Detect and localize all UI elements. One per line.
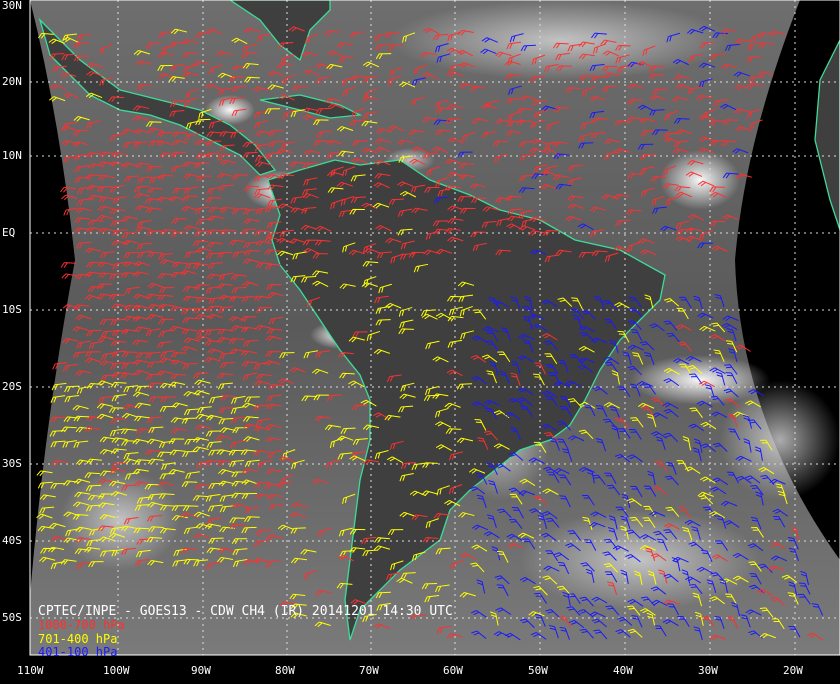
lat-label-40s: 40S — [2, 534, 22, 547]
lat-label-20n: 20N — [2, 75, 22, 88]
lat-label-10n: 10N — [2, 149, 22, 162]
lon-label-60w: 60W — [443, 664, 463, 677]
lat-label-20s: 20S — [2, 380, 22, 393]
lon-label-110w: 110W — [17, 664, 44, 677]
lon-label-70w: 70W — [359, 664, 379, 677]
legend-mid-level: 701-400 hPa — [38, 632, 118, 646]
lon-label-80w: 80W — [275, 664, 295, 677]
lat-label-30s: 30S — [2, 457, 22, 470]
africa-edge — [814, 39, 840, 231]
lon-label-90w: 90W — [191, 664, 211, 677]
satellite-wind-map: 30N 20N 10N EQ 10S 20S 30S 40S 50S 110W … — [0, 0, 840, 680]
satellite-image — [29, 0, 840, 656]
lon-label-20w: 20W — [783, 664, 803, 677]
lat-label-50s: 50S — [2, 611, 22, 624]
lat-label-30n: 30N — [2, 0, 22, 12]
lon-label-100w: 100W — [103, 664, 130, 677]
lon-label-40w: 40W — [613, 664, 633, 677]
product-caption: CPTEC/INPE - GOES13 - CDW CH4 (IR) 20141… — [38, 604, 453, 619]
legend-high-level: 401-100 hPa — [38, 645, 118, 659]
lat-label-10s: 10S — [2, 303, 22, 316]
lon-label-50w: 50W — [528, 664, 548, 677]
lat-label-eq: EQ — [2, 226, 16, 239]
legend-low-level: 1000-700 hPa — [38, 618, 125, 632]
lon-label-30w: 30W — [698, 664, 718, 677]
